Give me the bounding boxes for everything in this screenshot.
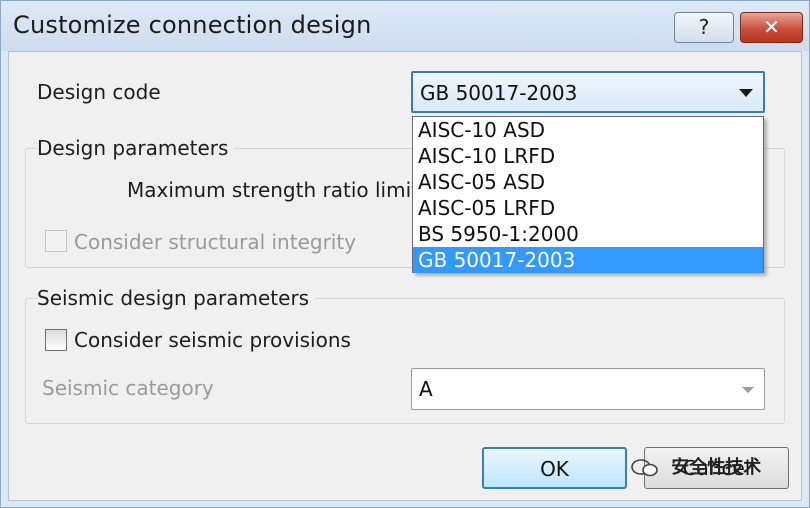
title-bar[interactable]: Customize connection design ? ✕	[1, 1, 809, 51]
dropdown-option[interactable]: AISC-05 ASD	[413, 169, 763, 195]
seismic-provisions-label: Consider seismic provisions	[74, 328, 351, 352]
chevron-down-icon[interactable]	[739, 89, 753, 97]
design-code-value: GB 50017-2003	[420, 81, 578, 105]
design-code-dropdown-list: AISC-10 ASD AISC-10 LRFD AISC-05 ASD AIS…	[412, 116, 764, 273]
close-icon: ✕	[763, 15, 780, 39]
chevron-down-icon[interactable]	[742, 387, 754, 393]
dropdown-option[interactable]: AISC-10 LRFD	[413, 143, 763, 169]
design-parameters-heading: Design parameters	[37, 136, 235, 160]
design-code-label: Design code	[37, 80, 161, 104]
watermark: 安全性技术	[631, 453, 761, 483]
watermark-text: 安全性技术	[671, 457, 762, 478]
design-code-select[interactable]: GB 50017-2003	[411, 71, 765, 113]
dialog-client-area: Design code GB 50017-2003 Design paramet…	[8, 51, 802, 501]
dropdown-option-selected[interactable]: GB 50017-2003	[413, 247, 763, 273]
max-strength-ratio-label: Maximum strength ratio limit:	[127, 178, 426, 202]
seismic-category-select[interactable]: A	[411, 368, 765, 410]
ok-button[interactable]: OK	[482, 447, 627, 489]
structural-integrity-checkbox[interactable]	[45, 230, 67, 252]
close-button[interactable]: ✕	[740, 12, 803, 43]
dialog-title: Customize connection design	[13, 11, 372, 39]
seismic-provisions-checkbox[interactable]	[45, 329, 67, 351]
help-button[interactable]: ?	[674, 12, 734, 43]
dropdown-option[interactable]: BS 5950-1:2000	[413, 221, 763, 247]
dropdown-option[interactable]: AISC-10 ASD	[413, 117, 763, 143]
seismic-category-value: A	[419, 377, 433, 401]
wechat-icon	[631, 459, 658, 477]
dropdown-option[interactable]: AISC-05 LRFD	[413, 195, 763, 221]
seismic-parameters-heading: Seismic design parameters	[37, 286, 316, 310]
seismic-category-label: Seismic category	[42, 376, 214, 400]
dialog-window: Customize connection design ? ✕ Design c…	[0, 0, 810, 508]
structural-integrity-label: Consider structural integrity	[74, 230, 357, 254]
